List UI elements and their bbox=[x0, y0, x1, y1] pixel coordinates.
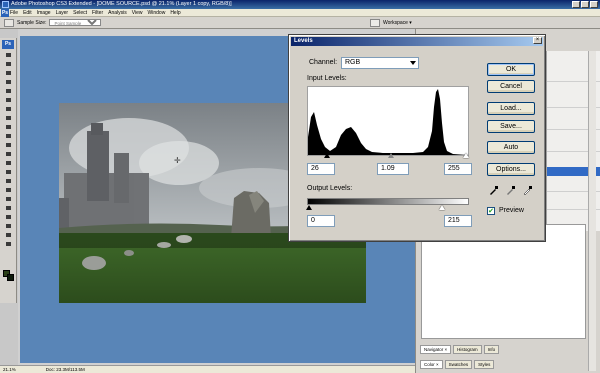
tab-color[interactable]: Color × bbox=[420, 360, 443, 369]
input-white-field[interactable]: 255 bbox=[444, 163, 472, 175]
output-white-field[interactable]: 215 bbox=[444, 215, 472, 227]
workspace-icon[interactable] bbox=[370, 19, 380, 27]
move-tool-icon[interactable] bbox=[2, 51, 15, 59]
menu-select[interactable]: Select bbox=[73, 10, 87, 16]
tab-info[interactable]: Info bbox=[483, 345, 500, 354]
menu-image[interactable]: Image bbox=[37, 10, 51, 16]
pen-tool-icon[interactable] bbox=[2, 177, 15, 185]
eyedropper-tool-icon[interactable] bbox=[2, 222, 15, 230]
clone-stamp-tool-icon[interactable] bbox=[2, 123, 15, 131]
channel-select-value: RGB bbox=[345, 59, 361, 66]
chevron-down-icon bbox=[410, 61, 416, 65]
tab-swatches[interactable]: Swatches bbox=[444, 360, 473, 369]
menu-bar: Ps File Edit Image Layer Select Filter A… bbox=[0, 9, 600, 17]
input-gamma-slider[interactable] bbox=[388, 153, 394, 158]
tab-styles[interactable]: Styles bbox=[474, 360, 495, 369]
hand-tool-icon[interactable] bbox=[2, 231, 15, 239]
options-button[interactable]: Options... bbox=[487, 163, 535, 176]
channel-select[interactable]: RGB bbox=[341, 57, 419, 69]
background-color-swatch[interactable] bbox=[7, 274, 14, 281]
maximize-button[interactable] bbox=[581, 1, 589, 8]
input-black-field[interactable]: 26 bbox=[307, 163, 335, 175]
ps-menu-logo: Ps bbox=[1, 9, 9, 17]
menu-analysis[interactable]: Analysis bbox=[108, 10, 127, 16]
channel-label: Channel: bbox=[309, 59, 338, 66]
dodge-tool-icon[interactable] bbox=[2, 168, 15, 176]
status-bar: 21.1% Doc: 23.3M/113.5M bbox=[0, 365, 415, 373]
notes-tool-icon[interactable] bbox=[2, 213, 15, 221]
toolbox-logo: Ps bbox=[2, 40, 14, 49]
crosshair-cursor-icon: ✛ bbox=[174, 156, 181, 165]
window-title-bar: Adobe Photoshop CS3 Extended - [DOME SOU… bbox=[0, 0, 600, 9]
histogram bbox=[307, 86, 469, 156]
input-gamma-field[interactable]: 1.09 bbox=[377, 163, 409, 175]
zoom-tool-icon[interactable] bbox=[2, 240, 15, 248]
preview-label: Preview bbox=[499, 207, 524, 214]
crop-tool-icon[interactable] bbox=[2, 87, 15, 95]
options-bar: Sample Size: Point Sample Workspace ▾ bbox=[0, 17, 600, 29]
levels-dialog: Levels × Channel: RGB Input Levels: 26 1… bbox=[288, 34, 546, 242]
toolbox: Ps bbox=[0, 38, 17, 303]
menu-layer[interactable]: Layer bbox=[56, 10, 69, 16]
menu-edit[interactable]: Edit bbox=[23, 10, 32, 16]
slice-tool-icon[interactable] bbox=[2, 96, 15, 104]
photoshop-app-icon bbox=[2, 1, 9, 8]
levels-close-button[interactable]: × bbox=[533, 37, 542, 44]
window-controls bbox=[572, 1, 598, 8]
menu-filter[interactable]: Filter bbox=[92, 10, 103, 16]
menu-file[interactable]: File bbox=[10, 10, 18, 16]
brush-tool-icon[interactable] bbox=[2, 114, 15, 122]
blur-tool-icon[interactable] bbox=[2, 159, 15, 167]
workspace-switcher: Workspace ▾ bbox=[370, 19, 412, 27]
sample-size-select[interactable]: Point Sample bbox=[49, 19, 102, 26]
window-title: Adobe Photoshop CS3 Extended - [DOME SOU… bbox=[11, 1, 232, 7]
output-black-slider[interactable] bbox=[306, 205, 312, 210]
menu-help[interactable]: Help bbox=[170, 10, 180, 16]
shape-tool-icon[interactable] bbox=[2, 204, 15, 212]
workspace-button[interactable]: Workspace ▾ bbox=[383, 20, 412, 26]
minimize-button[interactable] bbox=[572, 1, 580, 8]
output-black-field[interactable]: 0 bbox=[307, 215, 335, 227]
menu-window[interactable]: Window bbox=[148, 10, 166, 16]
menu-view[interactable]: View bbox=[132, 10, 143, 16]
marquee-tool-icon[interactable] bbox=[2, 60, 15, 68]
gray-point-eyedropper-icon[interactable] bbox=[506, 185, 516, 195]
eraser-tool-icon[interactable] bbox=[2, 141, 15, 149]
zoom-level[interactable]: 21.1% bbox=[3, 366, 16, 373]
save-button[interactable]: Save... bbox=[487, 120, 535, 133]
eyedropper-tool-preset-icon[interactable] bbox=[4, 18, 14, 27]
levels-dialog-title[interactable]: Levels bbox=[291, 37, 543, 46]
cancel-button[interactable]: Cancel bbox=[487, 80, 535, 93]
preview-checkbox[interactable]: ✔ bbox=[487, 207, 495, 215]
color-tab-group: Color × Swatches Styles bbox=[420, 360, 495, 369]
type-tool-icon[interactable] bbox=[2, 186, 15, 194]
black-point-eyedropper-icon[interactable] bbox=[489, 185, 499, 195]
path-selection-tool-icon[interactable] bbox=[2, 195, 15, 203]
output-white-slider[interactable] bbox=[439, 205, 445, 210]
histogram-graph bbox=[308, 89, 468, 155]
load-button[interactable]: Load... bbox=[487, 102, 535, 115]
auto-button[interactable]: Auto bbox=[487, 141, 535, 154]
healing-brush-tool-icon[interactable] bbox=[2, 105, 15, 113]
output-levels-label: Output Levels: bbox=[307, 185, 353, 192]
magic-wand-tool-icon[interactable] bbox=[2, 78, 15, 86]
white-point-eyedropper-icon[interactable] bbox=[523, 185, 533, 195]
lasso-tool-icon[interactable] bbox=[2, 69, 15, 77]
document-size: Doc: 23.3M/113.5M bbox=[45, 367, 85, 372]
close-button[interactable] bbox=[590, 1, 598, 8]
output-gradient-bar bbox=[307, 198, 469, 205]
history-brush-tool-icon[interactable] bbox=[2, 132, 15, 140]
tab-navigator[interactable]: Navigator × bbox=[420, 345, 452, 354]
navigator-tab-group: Navigator × Histogram Info bbox=[420, 345, 500, 354]
gradient-tool-icon[interactable] bbox=[2, 150, 15, 158]
input-white-slider[interactable] bbox=[463, 153, 469, 158]
sample-size-label: Sample Size: bbox=[17, 19, 47, 26]
input-levels-label: Input Levels: bbox=[307, 75, 347, 82]
tab-histogram[interactable]: Histogram bbox=[453, 345, 482, 354]
ok-button[interactable]: OK bbox=[487, 63, 535, 76]
panel-scrollbar[interactable] bbox=[588, 51, 596, 371]
input-black-slider[interactable] bbox=[324, 153, 330, 158]
